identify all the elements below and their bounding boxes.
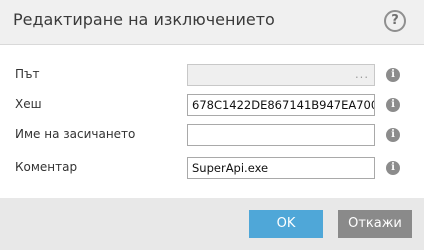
path-browse-dots: ...: [355, 67, 369, 81]
dialog-footer: OK Откажи: [0, 198, 424, 250]
path-label: Път: [15, 67, 40, 81]
dialog-title-bar: Редактиране на изключението ?: [0, 0, 424, 44]
row-detection-name: Име на засичането i: [0, 124, 424, 146]
info-icon[interactable]: i: [386, 68, 400, 82]
hash-field[interactable]: 678C1422DE867141B947EA700E8A2: [187, 94, 375, 116]
cancel-button[interactable]: Откажи: [338, 210, 412, 238]
dialog-title: Редактиране на изключението: [13, 10, 275, 29]
comment-field[interactable]: SuperApi.exe: [187, 157, 375, 179]
info-icon[interactable]: i: [386, 161, 400, 175]
row-hash: Хеш 678C1422DE867141B947EA700E8A2 i: [0, 94, 424, 116]
path-field[interactable]: ...: [187, 64, 375, 86]
ok-button[interactable]: OK: [249, 210, 323, 238]
help-icon[interactable]: ?: [384, 10, 406, 32]
title-divider: [0, 44, 424, 45]
detection-name-label: Име на засичането: [15, 127, 136, 141]
row-path: Път ... i: [0, 64, 424, 86]
detection-name-field[interactable]: [187, 124, 375, 146]
info-icon[interactable]: i: [386, 128, 400, 142]
info-icon[interactable]: i: [386, 98, 400, 112]
row-comment: Коментар SuperApi.exe i: [0, 157, 424, 179]
hash-label: Хеш: [15, 97, 42, 111]
comment-label: Коментар: [15, 160, 78, 174]
